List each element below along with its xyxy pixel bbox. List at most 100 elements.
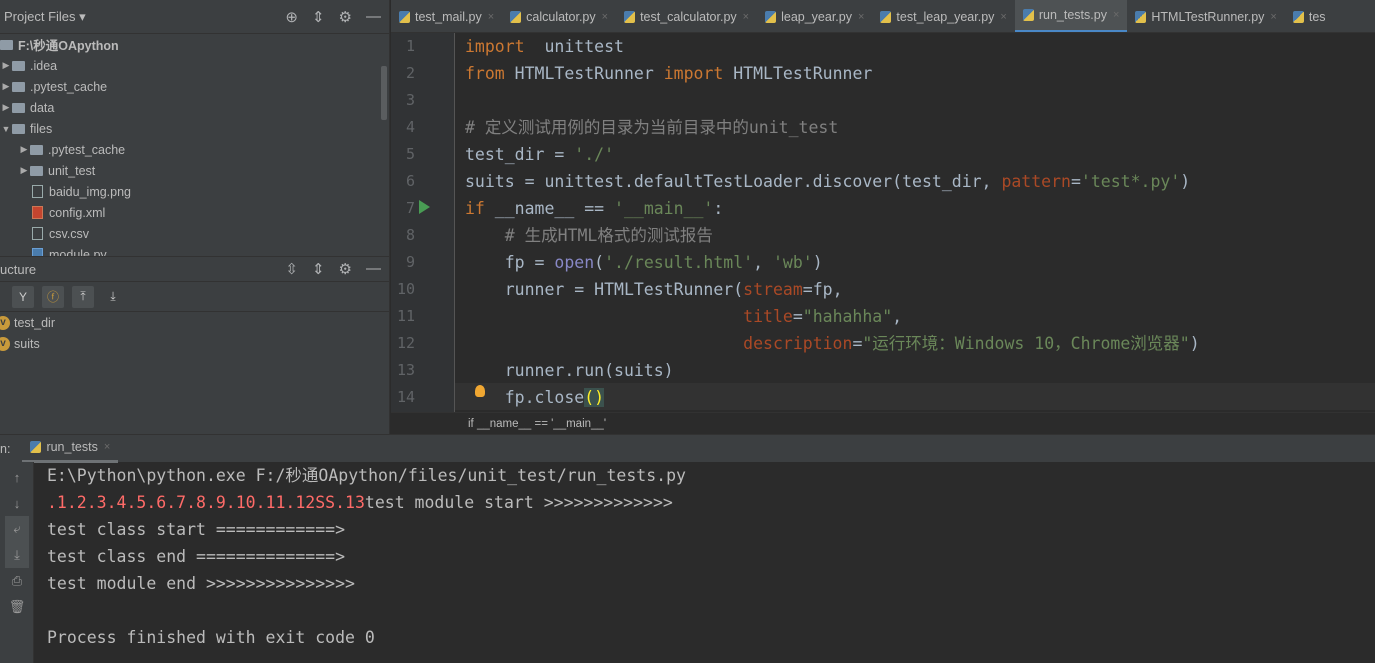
scroll-to-end-icon[interactable]: ⤓ xyxy=(5,542,29,568)
code-token: = xyxy=(852,334,863,353)
autoscroll-from-source-icon[interactable]: ⤓ xyxy=(102,286,124,308)
tree-item[interactable]: ▶ data xyxy=(0,97,389,118)
console-output[interactable]: E:\Python\python.exe F:/秒通OApython/files… xyxy=(47,462,686,651)
structure-item[interactable]: v suits xyxy=(0,333,389,354)
trash-icon[interactable]: 🗑 xyxy=(5,594,29,620)
tree-item[interactable]: ▶ unit_test xyxy=(0,160,389,181)
up-arrow-icon[interactable]: ↑ xyxy=(5,464,29,490)
breadcrumb[interactable]: if __name__ == '__main__' xyxy=(391,412,1375,434)
tab-test_leap_year-py[interactable]: test_leap_year.py × xyxy=(872,0,1014,32)
close-tab-icon[interactable]: × xyxy=(858,11,864,23)
close-tab-icon[interactable]: × xyxy=(1113,9,1119,21)
close-icon[interactable]: × xyxy=(104,441,110,453)
show-fields-icon[interactable]: ⓕ xyxy=(42,285,64,308)
tab-label: tes xyxy=(1308,9,1326,24)
code-token: ) xyxy=(812,253,823,272)
structure-header: ucture ⇳ ⇕ ⚙ — xyxy=(0,256,389,282)
code-line[interactable]: runner = HTMLTestRunner(stream=fp, xyxy=(465,276,1200,303)
close-tab-icon[interactable]: × xyxy=(488,11,494,23)
tab-test_calculator-py[interactable]: test_calculator.py × xyxy=(616,0,757,32)
tree-item-label: unit_test xyxy=(48,163,96,178)
code-line[interactable] xyxy=(465,87,1200,114)
tree-item[interactable]: ▶ .pytest_cache xyxy=(0,76,389,97)
folder-icon xyxy=(30,144,43,155)
code-token: description xyxy=(743,334,853,353)
collapse-all-icon[interactable]: ⇕ xyxy=(312,260,325,278)
print-icon[interactable]: ⎙ xyxy=(5,568,29,594)
project-header: Project Files ▾ ⊕ ⇕ ⚙ — xyxy=(0,0,389,34)
tree-item[interactable]: ▶ .idea xyxy=(0,55,389,76)
tab-tes[interactable]: tes xyxy=(1285,0,1334,32)
gear-icon[interactable]: ⚙ xyxy=(339,8,352,26)
collapse-all-icon[interactable]: ⇕ xyxy=(312,8,325,26)
code-line[interactable]: import unittest xyxy=(465,33,1200,60)
tree-item[interactable]: csv.csv xyxy=(0,223,389,244)
tree-item[interactable]: ▶ .pytest_cache xyxy=(0,139,389,160)
python-file-icon xyxy=(1292,10,1304,23)
tab-calculator-py[interactable]: calculator.py × xyxy=(502,0,616,32)
autoscroll-to-source-icon[interactable]: ⤒ xyxy=(72,285,94,308)
minimize-icon[interactable]: — xyxy=(366,8,381,26)
tab-test_mail-py[interactable]: test_mail.py × xyxy=(391,0,502,32)
code-content[interactable]: import unittest from HTMLTestRunner impor… xyxy=(465,33,1200,411)
code-line[interactable]: from HTMLTestRunner import HTMLTestRunne… xyxy=(465,60,1200,87)
project-view-selector[interactable]: Project Files ▾ xyxy=(4,9,285,25)
code-line[interactable]: description="运行环境：Windows 10，Chrome浏览器") xyxy=(465,330,1199,357)
python-file-icon xyxy=(510,10,522,23)
close-tab-icon[interactable]: × xyxy=(743,11,749,23)
show-inherited-icon[interactable]: Y xyxy=(12,285,34,308)
folder-icon xyxy=(12,60,25,71)
code-line[interactable]: suits = unittest.defaultTestLoader.disco… xyxy=(465,168,1200,195)
code-line[interactable]: test_dir = './' xyxy=(465,141,1200,168)
tree-scrollbar[interactable] xyxy=(381,66,387,120)
line-number: 6 xyxy=(405,172,415,190)
gear-icon[interactable]: ⚙ xyxy=(339,260,352,278)
close-tab-icon[interactable]: × xyxy=(602,11,608,23)
tree-item[interactable]: F:\秒通OApython xyxy=(0,34,389,55)
tab-label: run_tests.py xyxy=(1038,8,1107,22)
code-line[interactable]: fp.close() xyxy=(465,384,1200,411)
code-token: HTMLTestRunner xyxy=(504,64,664,83)
code-editor[interactable]: 1 2 3 4 5 6 7 8 9 10 11 12 13 14 import unittest from … xyxy=(391,33,1375,412)
close-tab-icon[interactable]: × xyxy=(1000,11,1006,23)
expand-all-icon[interactable]: ⇳ xyxy=(285,260,298,278)
tree-item[interactable]: ▼ files xyxy=(0,118,389,139)
run-label: n: xyxy=(0,441,11,456)
code-line[interactable]: if __name__ == '__main__': xyxy=(465,195,1200,222)
locate-icon[interactable]: ⊕ xyxy=(285,8,298,26)
code-token: title xyxy=(743,307,793,326)
code-line[interactable]: # 生成HTML格式的测试报告 xyxy=(465,222,1200,249)
chevron-right-icon[interactable]: ▶ xyxy=(18,144,30,155)
code-line[interactable]: # 定义测试用例的目录为当前目录中的unit_test xyxy=(465,114,1200,141)
structure-item[interactable]: v test_dir xyxy=(0,312,389,333)
soft-wrap-icon[interactable]: ⤶ xyxy=(5,516,29,542)
python-file-icon xyxy=(880,10,892,23)
chevron-right-icon[interactable]: ▶ xyxy=(18,165,30,176)
code-line[interactable]: title="hahahha", xyxy=(465,303,1200,330)
code-token: open xyxy=(554,253,595,272)
line-number: 11 xyxy=(396,307,415,325)
code-token: from xyxy=(465,64,505,83)
chevron-down-icon[interactable]: ▼ xyxy=(0,124,12,134)
minimize-icon[interactable]: — xyxy=(366,260,381,278)
tree-item[interactable]: module.py xyxy=(0,244,389,256)
chevron-right-icon[interactable]: ▶ xyxy=(0,60,12,71)
chevron-right-icon[interactable]: ▶ xyxy=(0,102,12,113)
run-tab[interactable]: run_tests × xyxy=(22,435,119,463)
tab-label: test_calculator.py xyxy=(640,9,737,24)
tree-item[interactable]: config.xml xyxy=(0,202,389,223)
tab-HTMLTestRunner-py[interactable]: HTMLTestRunner.py × xyxy=(1127,0,1284,32)
code-line[interactable]: fp = open('./result.html', 'wb') xyxy=(465,249,1200,276)
close-tab-icon[interactable]: × xyxy=(1270,11,1276,23)
folder-icon xyxy=(12,123,25,134)
chevron-right-icon[interactable]: ▶ xyxy=(0,81,12,92)
tab-run_tests-py[interactable]: run_tests.py × xyxy=(1014,0,1128,32)
down-arrow-icon[interactable]: ↓ xyxy=(5,490,29,516)
tree-item-label: .pytest_cache xyxy=(48,142,126,157)
tab-leap_year-py[interactable]: leap_year.py × xyxy=(757,0,872,32)
run-icon[interactable] xyxy=(419,200,430,214)
code-line[interactable]: runner.run(suits) xyxy=(465,357,1200,384)
tree-item[interactable]: baidu_img.png xyxy=(0,181,389,202)
tree-item-label: .pytest_cache xyxy=(30,79,108,94)
code-token: ) xyxy=(1180,172,1191,191)
